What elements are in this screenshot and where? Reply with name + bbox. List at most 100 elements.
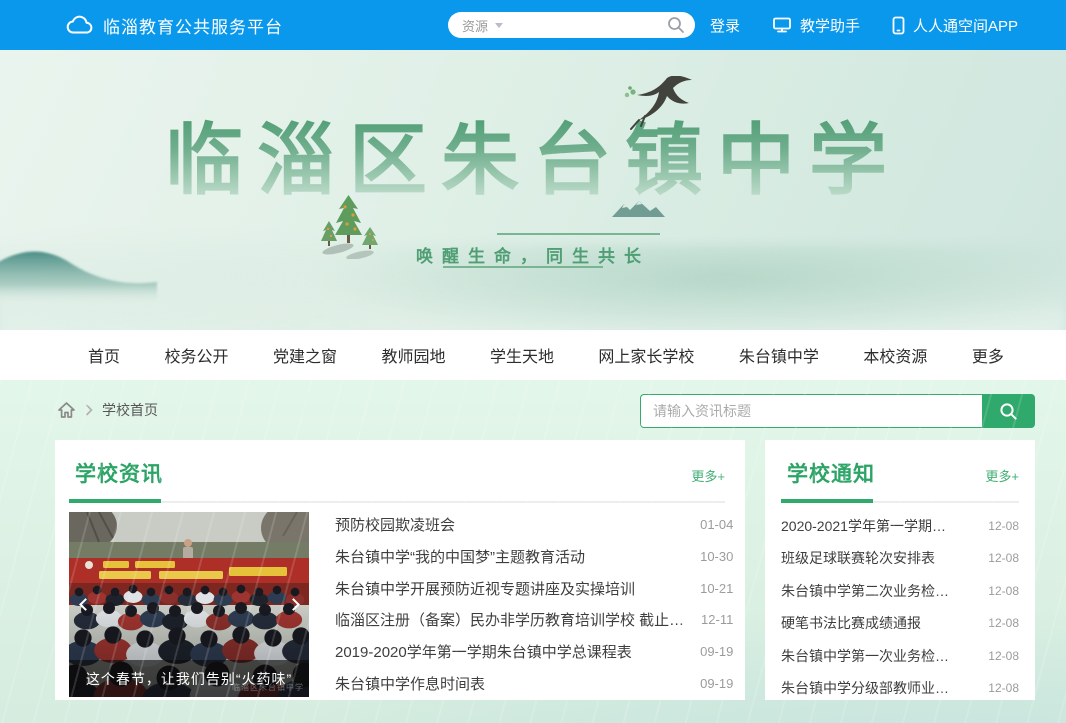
notice-date: 12-08 (988, 649, 1019, 663)
platform-title: 临淄教育公共服务平台 (103, 13, 283, 38)
news-date: 10-21 (700, 581, 733, 596)
notice-row: 班级足球联赛轮次安排表 12-08 (781, 548, 1019, 568)
notice-link[interactable]: 朱台镇中学分级部教师业务展 (781, 678, 959, 698)
notice-link[interactable]: 2020-2021学年第一学期足球 (781, 516, 959, 536)
school-news-header: 学校资讯 更多+ (69, 454, 725, 488)
search-category-select[interactable]: 资源 (462, 16, 503, 35)
content-cards: 学校资讯 更多+ (55, 440, 1035, 700)
slogan-line-top (497, 233, 660, 235)
renrentong-app-label: 人人通空间APP (913, 15, 1018, 36)
news-row: 朱台镇中学开展预防近视专题讲座及实操培训 10-21 (335, 578, 733, 599)
news-carousel[interactable]: 这个春节，让我们告别“火药味” 临淄区朱台镇中学 (69, 512, 309, 697)
home-icon[interactable] (57, 401, 76, 419)
news-row: 朱台镇中学作息时间表 09-19 (335, 673, 733, 694)
news-link[interactable]: 临淄区注册（备案）民办非学历教育培训学校 截止2019 (335, 609, 689, 630)
notice-date: 12-08 (988, 551, 1019, 565)
teaching-assistant-link[interactable]: 教学助手 (772, 15, 860, 36)
news-date: 10-30 (700, 549, 733, 564)
nav-item-party-building[interactable]: 党建之窗 (273, 343, 337, 367)
school-notices-header: 学校通知 更多+ (781, 454, 1019, 488)
notice-row: 2020-2021学年第一学期足球 12-08 (781, 516, 1019, 536)
teaching-assistant-label: 教学助手 (800, 15, 860, 36)
school-news-more-link[interactable]: 更多+ (691, 466, 725, 485)
carousel-watermark: 临淄区朱台镇中学 (232, 682, 304, 693)
school-news-body: 这个春节，让我们告别“火药味” 临淄区朱台镇中学 预防校园欺凌班会 01-04 … (69, 512, 725, 697)
main-nav: 首页 校务公开 党建之窗 教师园地 学生天地 网上家长学校 朱台镇中学 本校资源… (0, 330, 1066, 380)
search-icon[interactable] (667, 16, 685, 34)
school-notices-more-link[interactable]: 更多+ (985, 466, 1019, 485)
slogan-text: 唤醒生命，同生共长 (0, 242, 1066, 267)
breadcrumb: 学校首页 (57, 393, 158, 427)
news-search-button[interactable] (982, 394, 1035, 428)
carousel-prev-button[interactable] (76, 594, 90, 616)
news-link[interactable]: 朱台镇中学开展预防近视专题讲座及实操培训 (335, 578, 635, 599)
school-news-title: 学校资讯 (75, 458, 163, 488)
phone-icon (892, 16, 905, 35)
news-link[interactable]: 2019-2020学年第一学期朱台镇中学总课程表 (335, 641, 632, 662)
nav-item-student-world[interactable]: 学生天地 (490, 343, 554, 367)
swallow-bird-illustration (615, 76, 695, 130)
chevron-left-icon (79, 598, 92, 611)
chevron-right-icon (287, 598, 300, 611)
renrentong-app-link[interactable]: 人人通空间APP (892, 15, 1018, 36)
news-date: 01-04 (700, 517, 733, 532)
slogan-line-bottom (443, 266, 603, 268)
news-row: 临淄区注册（备案）民办非学历教育培训学校 截止2019 12-11 (335, 609, 733, 630)
news-link[interactable]: 朱台镇中学“我的中国梦”主题教育活动 (335, 546, 585, 567)
carousel-caption: 这个春节，让我们告别“火药味” 临淄区朱台镇中学 (69, 660, 309, 697)
notice-link[interactable]: 朱台镇中学第一次业务检查的 (781, 646, 959, 666)
news-search-input[interactable] (640, 394, 982, 428)
nav-item-school-resources[interactable]: 本校资源 (863, 343, 927, 367)
school-notices-panel: 学校通知 更多+ 2020-2021学年第一学期足球 12-08 班级足球联赛轮… (765, 440, 1035, 700)
school-notices-title: 学校通知 (787, 458, 875, 488)
notice-row: 朱台镇中学第一次业务检查的 12-08 (781, 646, 1019, 666)
notice-date: 12-08 (988, 616, 1019, 630)
nav-item-teacher-garden[interactable]: 教师园地 (381, 343, 445, 367)
school-banner: 临淄区朱台镇中学 唤醒生命，同生共长 (0, 50, 1066, 330)
news-search (640, 394, 1035, 428)
login-label: 登录 (710, 15, 740, 36)
notice-link[interactable]: 朱台镇中学第二次业务检查的 (781, 581, 959, 601)
notice-date: 12-08 (988, 681, 1019, 695)
nav-item-more[interactable]: 更多 (972, 343, 1004, 367)
top-links: 登录 教学助手 人人通空间APP (710, 15, 1018, 36)
news-row: 朱台镇中学“我的中国梦”主题教育活动 10-30 (335, 546, 733, 567)
carousel-next-button[interactable] (288, 594, 302, 616)
search-icon (999, 402, 1018, 421)
school-name-title: 临淄区朱台镇中学 (0, 98, 1066, 210)
top-bar: 临淄教育公共服务平台 资源 登录 教学助手 (0, 0, 1066, 50)
news-link[interactable]: 预防校园欺凌班会 (335, 514, 455, 535)
nav-item-zhutai-school[interactable]: 朱台镇中学 (739, 343, 819, 367)
breadcrumb-current[interactable]: 学校首页 (102, 400, 158, 420)
news-link[interactable]: 朱台镇中学作息时间表 (335, 673, 485, 694)
news-date: 09-19 (700, 676, 733, 691)
cloud-icon (66, 15, 93, 35)
page-content: 学校首页 学校资讯 更多+ (0, 380, 1066, 723)
nav-item-home[interactable]: 首页 (88, 343, 120, 367)
notice-date: 12-08 (988, 584, 1019, 598)
breadcrumb-chevron-icon (85, 404, 93, 416)
divider (69, 499, 725, 503)
divider (781, 499, 1019, 503)
chevron-down-icon (495, 23, 503, 28)
login-link[interactable]: 登录 (710, 15, 740, 36)
notice-row: 朱台镇中学分级部教师业务展 12-08 (781, 678, 1019, 698)
notice-row: 硬笔书法比赛成绩通报 12-08 (781, 613, 1019, 633)
notice-row: 朱台镇中学第二次业务检查的 12-08 (781, 581, 1019, 601)
notice-link[interactable]: 班级足球联赛轮次安排表 (781, 548, 935, 568)
global-search-bar[interactable]: 资源 (448, 12, 695, 38)
nav-item-parent-school[interactable]: 网上家长学校 (598, 343, 694, 367)
news-row: 2019-2020学年第一学期朱台镇中学总课程表 09-19 (335, 641, 733, 662)
notice-date: 12-08 (988, 519, 1019, 533)
nav-item-school-affairs[interactable]: 校务公开 (164, 343, 228, 367)
news-date: 12-11 (701, 612, 733, 627)
news-list: 预防校园欺凌班会 01-04 朱台镇中学“我的中国梦”主题教育活动 10-30 … (335, 512, 733, 697)
notice-list: 2020-2021学年第一学期足球 12-08 班级足球联赛轮次安排表 12-0… (781, 516, 1019, 706)
news-row: 预防校园欺凌班会 01-04 (335, 514, 733, 535)
monitor-icon (772, 16, 792, 34)
search-category-label: 资源 (462, 16, 488, 35)
notice-link[interactable]: 硬笔书法比赛成绩通报 (781, 613, 921, 633)
news-date: 09-19 (700, 644, 733, 659)
platform-logo[interactable]: 临淄教育公共服务平台 (66, 13, 283, 38)
school-news-panel: 学校资讯 更多+ (55, 440, 745, 700)
